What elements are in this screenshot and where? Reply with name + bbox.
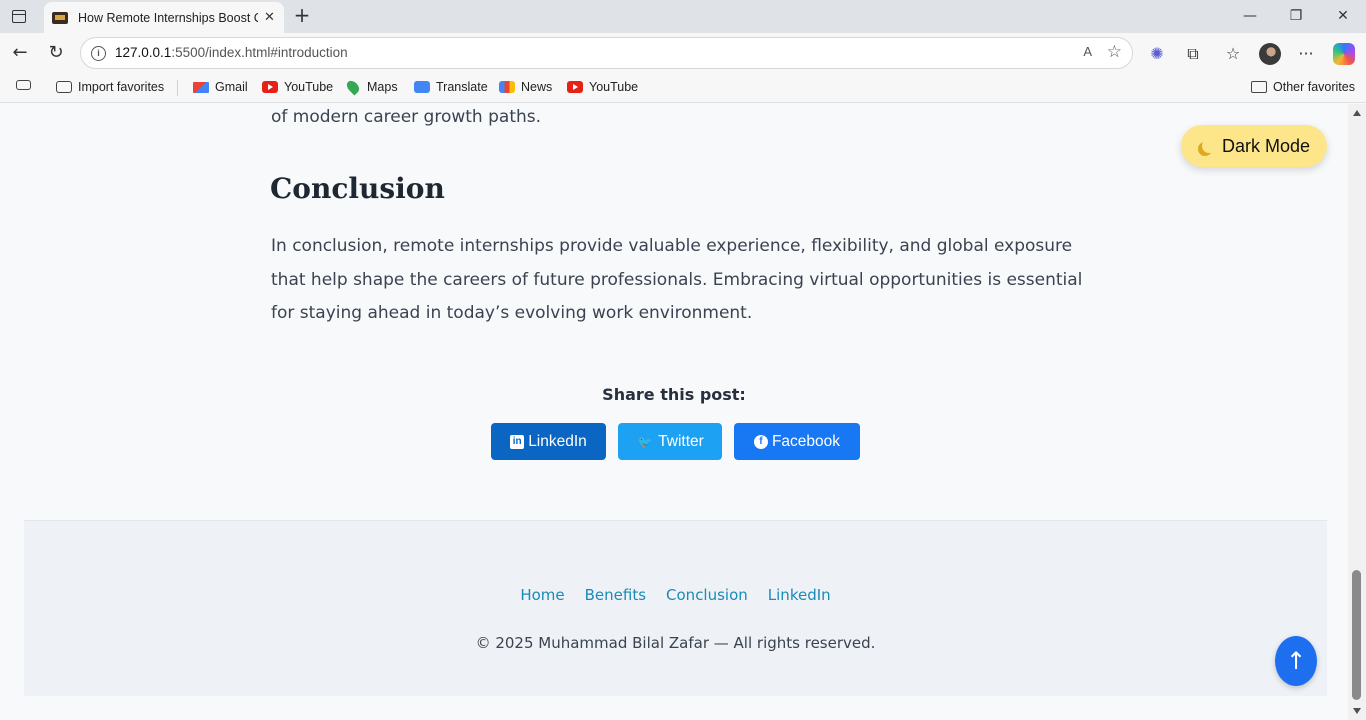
tab-title: How Remote Internships Boost Ca <box>78 10 258 25</box>
footer-link-benefits[interactable]: Benefits <box>585 586 646 604</box>
bookmark-label: Translate <box>436 80 488 94</box>
back-arrow-icon[interactable]: ← <box>9 42 31 64</box>
browser-tab-active[interactable]: How Remote Internships Boost Ca ✕ <box>44 2 284 33</box>
footer-nav: Home Benefits Conclusion LinkedIn <box>24 586 1327 604</box>
bookmark-youtube[interactable]: YouTube <box>262 80 333 94</box>
extensions-puzzle-icon[interactable]: ⧉ <box>1182 43 1204 65</box>
other-favorites-label: Other favorites <box>1273 80 1355 94</box>
sidebar-toggle-icon[interactable] <box>8 6 30 26</box>
scroll-down-arrow-icon[interactable] <box>1353 708 1361 714</box>
introduction-text-tail: of modern career growth paths. <box>271 107 542 127</box>
bookmark-youtube-2[interactable]: YouTube <box>567 80 638 94</box>
bookmark-label: News <box>521 80 553 94</box>
url-host: 127.0.0.1 <box>115 45 172 60</box>
url-path: :5500/index.html#introduction <box>171 45 348 60</box>
tab-close-icon[interactable]: ✕ <box>264 10 275 25</box>
site-footer: Home Benefits Conclusion LinkedIn © 2025… <box>24 520 1327 696</box>
scrollbar-thumb[interactable] <box>1352 570 1361 700</box>
import-icon <box>56 81 72 93</box>
bookmark-import-favorites[interactable]: Import favorites <box>56 80 164 94</box>
bookmark-news[interactable]: News <box>499 80 552 94</box>
site-info-icon[interactable]: i <box>91 46 106 61</box>
copilot-icon[interactable] <box>1333 43 1355 65</box>
news-icon <box>499 81 515 93</box>
share-label: Share this post: <box>602 385 746 404</box>
share-linkedin-button[interactable]: in LinkedIn <box>491 423 606 460</box>
share-twitter-label: Twitter <box>658 432 704 450</box>
read-aloud-icon[interactable]: A <box>1083 44 1092 59</box>
conclusion-paragraph: In conclusion, remote internships provid… <box>271 236 1083 323</box>
bookmark-label: Gmail <box>215 80 248 94</box>
bookmark-label: Maps <box>367 80 398 94</box>
profile-avatar[interactable] <box>1259 43 1281 65</box>
address-bar[interactable]: i 127.0.0.1:5500/index.html#introduction… <box>80 37 1133 69</box>
favorites-icon[interactable]: ☆ <box>1222 43 1244 65</box>
youtube-icon <box>262 81 278 93</box>
bookmarks-divider <box>177 80 178 96</box>
footer-link-conclusion[interactable]: Conclusion <box>666 586 748 604</box>
gmail-icon <box>193 81 209 93</box>
maps-icon <box>344 78 362 96</box>
bookmarks-bar: Import favorites Gmail YouTube Maps Tran… <box>0 73 1366 103</box>
twitter-bird-icon: 🐦 <box>637 434 653 449</box>
more-menu-icon[interactable]: ··· <box>1295 43 1317 65</box>
share-linkedin-label: LinkedIn <box>528 432 587 450</box>
browser-tab-bar: How Remote Internships Boost Ca ✕ + — ❐ … <box>0 0 1366 33</box>
bookmark-label: Import favorites <box>78 80 165 94</box>
dark-mode-toggle[interactable]: Dark Mode <box>1181 125 1327 167</box>
tab-favicon-icon <box>52 11 68 24</box>
close-window-button[interactable]: ✕ <box>1333 6 1353 26</box>
page-viewport: of modern career growth paths. Conclusio… <box>0 104 1348 720</box>
translate-icon <box>414 81 430 93</box>
bookmark-label: YouTube <box>284 80 334 94</box>
folder-icon <box>1251 81 1267 93</box>
bookmark-maps[interactable]: Maps <box>344 78 398 96</box>
share-facebook-button[interactable]: f Facebook <box>734 423 860 460</box>
linkedin-icon: in <box>510 434 525 449</box>
share-facebook-label: Facebook <box>771 432 841 450</box>
footer-link-home[interactable]: Home <box>520 586 564 604</box>
share-twitter-button[interactable]: 🐦 Twitter <box>618 423 722 460</box>
copyright-text: © 2025 Muhammad Bilal Zafar — All rights… <box>475 634 876 652</box>
bookmark-label: YouTube <box>589 80 639 94</box>
browser-toolbar: ← ↻ i 127.0.0.1:5500/index.html#introduc… <box>0 33 1366 73</box>
restore-button[interactable]: ❐ <box>1286 6 1306 26</box>
moon-icon <box>1202 139 1216 153</box>
conclusion-heading: Conclusion <box>270 172 445 205</box>
new-tab-button[interactable]: + <box>292 5 312 25</box>
favorite-star-icon[interactable]: ☆ <box>1107 42 1122 62</box>
url-text[interactable]: 127.0.0.1:5500/index.html#introduction <box>115 45 348 60</box>
dark-mode-label: Dark Mode <box>1221 135 1311 156</box>
bookmark-gmail[interactable]: Gmail <box>193 80 248 94</box>
reading-list-icon[interactable] <box>16 80 37 90</box>
scroll-up-arrow-icon[interactable] <box>1353 110 1361 116</box>
facebook-icon: f <box>753 434 768 449</box>
page-scrollbar[interactable] <box>1348 104 1366 720</box>
footer-link-linkedin[interactable]: LinkedIn <box>768 586 831 604</box>
reload-icon[interactable]: ↻ <box>45 42 67 64</box>
youtube-icon <box>567 81 583 93</box>
minimize-button[interactable]: — <box>1240 6 1260 26</box>
bookmark-translate[interactable]: Translate <box>414 80 488 94</box>
other-favorites[interactable]: Other favorites <box>1251 80 1355 94</box>
back-to-top-button[interactable]: ↑ <box>1275 636 1317 686</box>
extension-sparkle-icon[interactable]: ✺ <box>1146 43 1168 65</box>
